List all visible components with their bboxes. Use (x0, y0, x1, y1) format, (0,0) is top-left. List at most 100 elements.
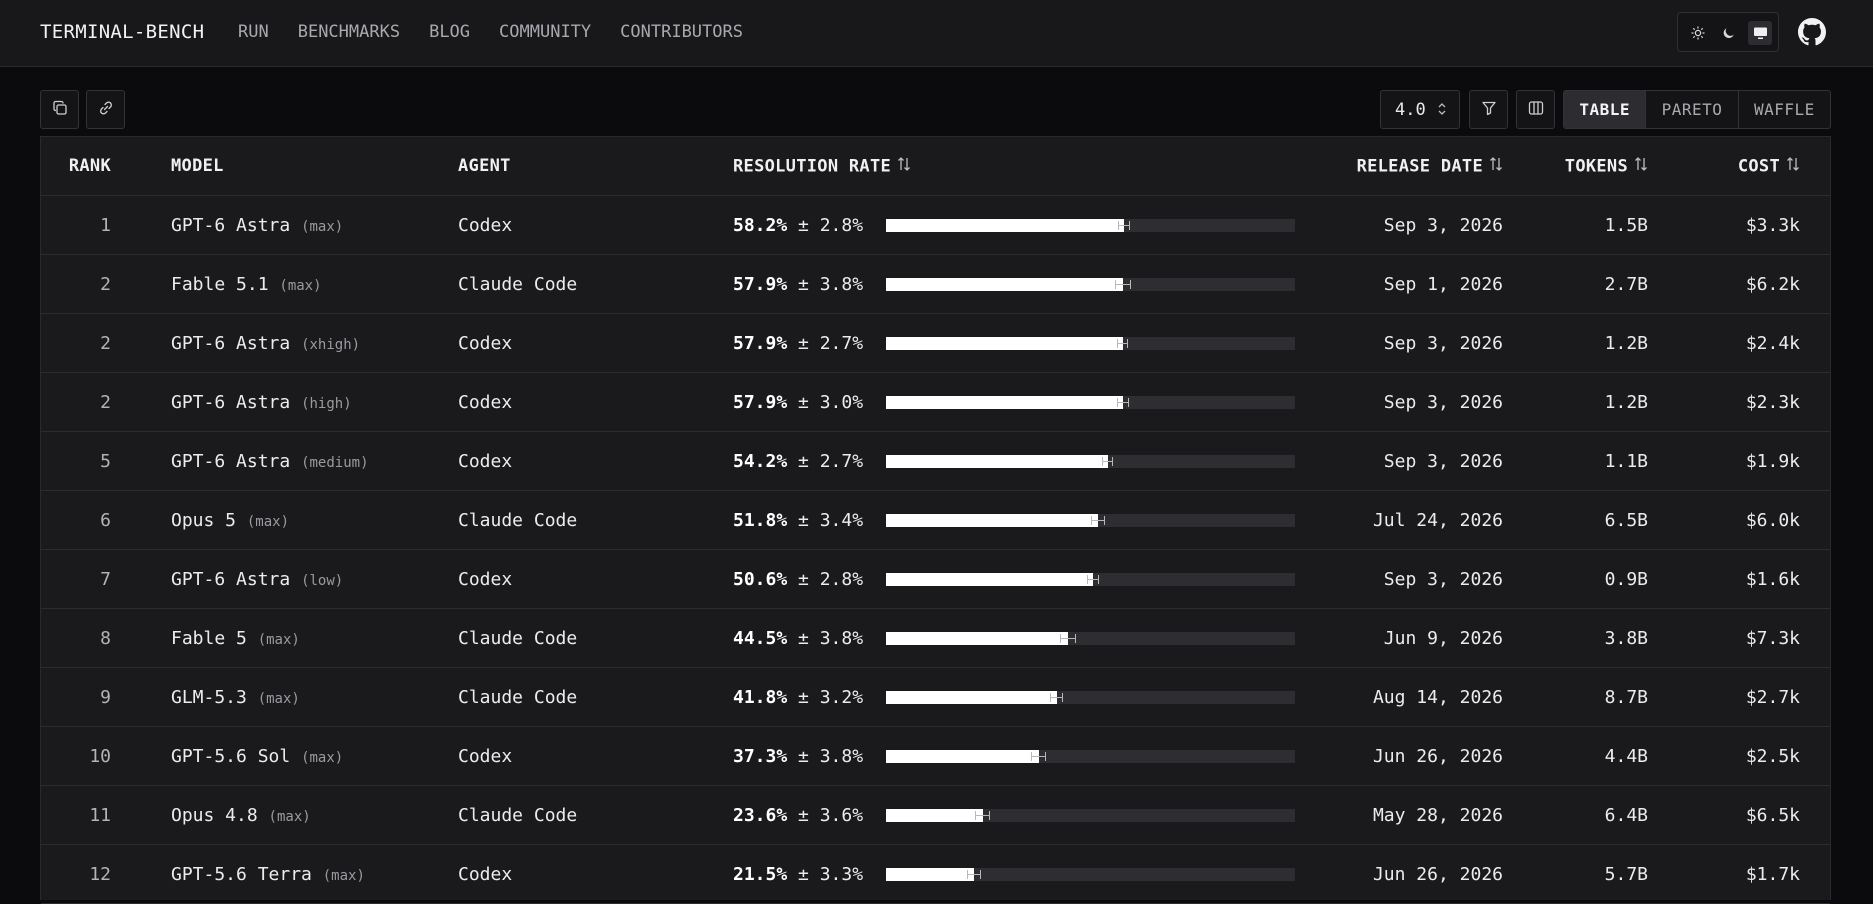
rate-bar-track (886, 573, 1295, 586)
sort-icon[interactable] (897, 156, 911, 177)
table-row[interactable]: 9 GLM-5.3 (max) Claude Code 41.8% ± 3.2% Aug… (41, 668, 1830, 727)
sort-icon[interactable] (1489, 156, 1503, 177)
rank-cell: 5 (100, 451, 111, 472)
tokens-cell: 5.7B (1604, 864, 1648, 885)
link-button[interactable] (86, 90, 125, 129)
rate-cell: 50.6% ± 2.8% (733, 569, 863, 590)
filter-button[interactable] (1469, 90, 1508, 129)
rank-cell: 7 (100, 569, 111, 590)
rate-value: 23.6% (733, 805, 788, 826)
release-date-cell: Jun 9, 2026 (1383, 628, 1503, 649)
agent-cell: Claude Code (458, 510, 578, 531)
rate-bar-fill (886, 809, 983, 822)
view-switcher: TABLE PARETO WAFFLE (1563, 90, 1831, 129)
moon-icon[interactable] (1717, 21, 1741, 45)
model-name: Fable 5.1 (171, 274, 269, 295)
sun-icon[interactable] (1686, 21, 1710, 45)
rate-bar-fill (886, 337, 1123, 350)
rate-value: 21.5% (733, 864, 788, 885)
model-effort: (xhigh) (301, 337, 361, 353)
model-effort: (max) (257, 691, 300, 707)
model-cell: Fable 5.1 (max) (171, 274, 322, 295)
monitor-icon[interactable] (1748, 21, 1772, 45)
cost-cell: $2.5k (1745, 746, 1800, 767)
table-row[interactable]: 2 GPT-6 Astra (xhigh) Codex 57.9% ± 2.7% Sep… (41, 314, 1830, 373)
release-date-cell: Aug 14, 2026 (1372, 687, 1503, 708)
version-value: 4.0 (1395, 99, 1426, 120)
model-name: Opus 5 (171, 510, 237, 531)
table-row[interactable]: 12 GPT-5.6 Terra (max) Codex 21.5% ± 3.3% Ju… (41, 845, 1830, 904)
header-agent: AGENT (458, 156, 511, 176)
rate-bar-fill (886, 278, 1123, 291)
model-name: GPT-6 Astra (171, 451, 291, 472)
header-tokens[interactable]: TOKENS (1565, 156, 1648, 177)
table-row[interactable]: 8 Fable 5 (max) Claude Code 44.5% ± 3.8% Jun… (41, 609, 1830, 668)
rate-error: ± 2.7% (798, 451, 864, 472)
rate-error: ± 3.8% (798, 628, 864, 649)
nav-link-blog[interactable]: BLOG (429, 22, 470, 42)
rate-error-bar (1090, 516, 1105, 525)
rank-cell: 2 (100, 333, 111, 354)
sort-icon[interactable] (1786, 156, 1800, 177)
nav-link-benchmarks[interactable]: BENCHMARKS (298, 22, 400, 42)
cost-cell: $6.5k (1745, 805, 1800, 826)
rate-cell: 54.2% ± 2.7% (733, 451, 863, 472)
tokens-cell: 6.4B (1604, 805, 1648, 826)
model-effort: (max) (301, 219, 344, 235)
copy-icon (52, 100, 68, 120)
rate-bar-fill (886, 396, 1123, 409)
nav-link-community[interactable]: COMMUNITY (499, 22, 591, 42)
rank-cell: 11 (89, 805, 111, 826)
rate-error-bar (975, 811, 990, 820)
cost-cell: $1.7k (1745, 864, 1800, 885)
header-date[interactable]: RELEASE DATE (1357, 156, 1503, 177)
sort-icon[interactable] (1634, 156, 1648, 177)
nav-link-contributors[interactable]: CONTRIBUTORS (620, 22, 743, 42)
copy-button[interactable] (40, 90, 79, 129)
version-select[interactable]: 4.0 (1380, 90, 1460, 129)
table-row[interactable]: 7 GPT-6 Astra (low) Codex 50.6% ± 2.8% Sep 3… (41, 550, 1830, 609)
tab-pareto[interactable]: PARETO (1646, 91, 1739, 128)
table-row[interactable]: 1 GPT-6 Astra (max) Codex 58.2% ± 2.8% Sep 3… (41, 196, 1830, 255)
rate-cell: 41.8% ± 3.2% (733, 687, 863, 708)
agent-cell: Claude Code (458, 687, 578, 708)
rate-error: ± 3.4% (798, 510, 864, 531)
rate-bar-fill (886, 868, 974, 881)
rate-bar-track (886, 691, 1295, 704)
columns-button[interactable] (1516, 90, 1555, 129)
brand-logo[interactable]: TERMINAL-BENCH (40, 21, 204, 43)
rate-value: 44.5% (733, 628, 788, 649)
table-row[interactable]: 2 Fable 5.1 (max) Claude Code 57.9% ± 3.8% S… (41, 255, 1830, 314)
header-tokens-label: TOKENS (1564, 156, 1628, 177)
table-row[interactable]: 2 GPT-6 Astra (high) Codex 57.9% ± 3.0% Sep … (41, 373, 1830, 432)
header-cost[interactable]: COST (1738, 156, 1800, 177)
tokens-cell: 0.9B (1604, 569, 1648, 590)
rate-bar-fill (886, 219, 1125, 232)
github-icon[interactable] (1798, 18, 1826, 46)
cost-cell: $7.3k (1745, 628, 1800, 649)
tokens-cell: 6.5B (1604, 510, 1648, 531)
rate-error: ± 3.3% (798, 864, 864, 885)
rate-error-bar (1116, 398, 1130, 407)
rate-bar-fill (886, 573, 1093, 586)
rank-cell: 12 (89, 864, 111, 885)
rate-error: ± 3.8% (798, 274, 864, 295)
tokens-cell: 1.5B (1604, 215, 1648, 236)
table-row[interactable]: 5 GPT-6 Astra (medium) Codex 54.2% ± 2.7% Se… (41, 432, 1830, 491)
model-cell: GPT-5.6 Terra (max) (171, 864, 365, 885)
cost-cell: $2.4k (1745, 333, 1800, 354)
agent-cell: Codex (458, 215, 513, 236)
header-rate[interactable]: RESOLUTION RATE (733, 156, 911, 177)
table-row[interactable]: 10 GPT-5.6 Sol (max) Codex 37.3% ± 3.8% Jun … (41, 727, 1830, 786)
rank-cell: 2 (100, 274, 111, 295)
tab-table[interactable]: TABLE (1564, 91, 1647, 128)
table-row[interactable]: 6 Opus 5 (max) Claude Code 51.8% ± 3.4% Jul … (41, 491, 1830, 550)
leaderboard-table: RANK MODEL AGENT RESOLUTION RATE RELEASE… (40, 136, 1831, 904)
rate-value: 58.2% (733, 215, 788, 236)
model-cell: GLM-5.3 (max) (171, 687, 300, 708)
nav-link-run[interactable]: RUN (238, 22, 269, 42)
agent-cell: Claude Code (458, 274, 578, 295)
rank-cell: 1 (100, 215, 111, 236)
tab-waffle[interactable]: WAFFLE (1739, 91, 1830, 128)
table-row[interactable]: 11 Opus 4.8 (max) Claude Code 23.6% ± 3.6% M… (41, 786, 1830, 845)
